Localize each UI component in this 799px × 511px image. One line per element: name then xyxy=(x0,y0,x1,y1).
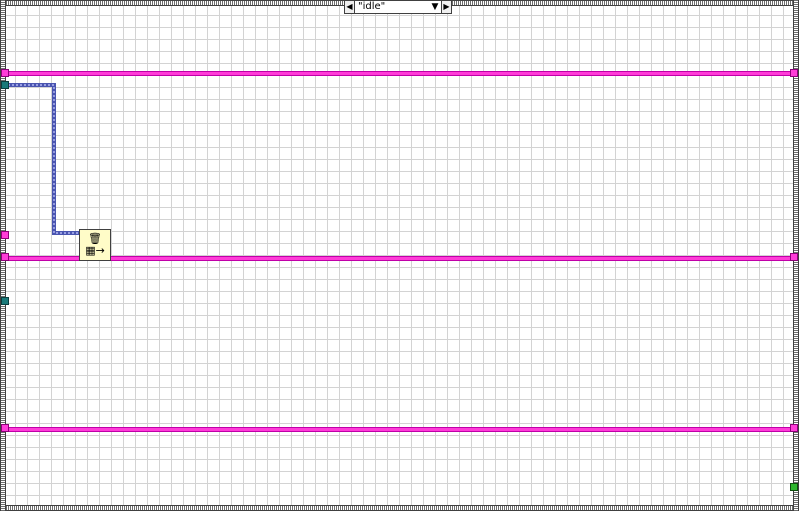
cluster-tunnel-left-3[interactable] xyxy=(1,253,9,261)
cluster-wire-3[interactable] xyxy=(6,427,793,432)
cluster-wire-2[interactable] xyxy=(6,256,793,261)
case-selector[interactable]: ◀ "idle" ▼ ▶ xyxy=(344,0,452,14)
cluster-tunnel-left-1[interactable] xyxy=(1,69,9,77)
delete-from-map-node[interactable]: 🗑 ▦→ xyxy=(79,229,111,261)
cluster-wire-1[interactable] xyxy=(6,71,793,76)
decrement-case-arrow-icon[interactable]: ◀ xyxy=(345,1,355,13)
refnum-tunnel-left-2[interactable] xyxy=(1,297,9,305)
cluster-tunnel-left-2[interactable] xyxy=(1,231,9,239)
block-diagram: ◀ "idle" ▼ ▶ 🗑 ▦→ xyxy=(0,0,799,511)
refnum-tunnel-left-1[interactable] xyxy=(1,81,9,89)
cluster-tunnel-right-3[interactable] xyxy=(790,424,798,432)
case-selector-label[interactable]: "idle" xyxy=(355,1,429,13)
boolean-tunnel-right[interactable] xyxy=(790,483,798,491)
cluster-tunnel-left-4[interactable] xyxy=(1,424,9,432)
cluster-tunnel-right-2[interactable] xyxy=(790,253,798,261)
dropdown-arrow-icon[interactable]: ▼ xyxy=(429,2,441,12)
increment-case-arrow-icon[interactable]: ▶ xyxy=(441,1,451,13)
case-frame-border-bottom xyxy=(0,505,799,511)
reference-wire[interactable] xyxy=(8,83,80,235)
map-arrow-icon: ▦→ xyxy=(85,244,105,257)
cluster-tunnel-right-1[interactable] xyxy=(790,69,798,77)
